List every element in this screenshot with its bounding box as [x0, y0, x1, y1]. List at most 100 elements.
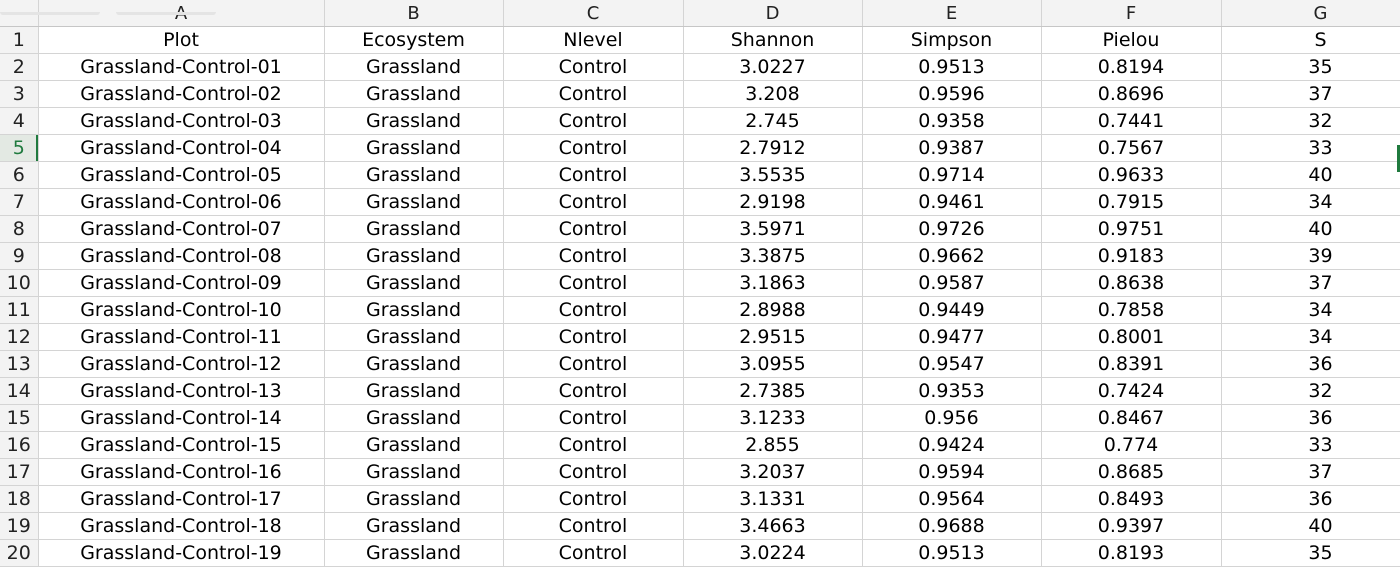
cell-e2[interactable]: 0.9513: [862, 53, 1042, 81]
cell-d13[interactable]: 3.0955: [683, 350, 863, 378]
cell-f10[interactable]: 0.8638: [1041, 269, 1222, 297]
row-header-12[interactable]: 12: [0, 323, 39, 351]
row-header-14[interactable]: 14: [0, 377, 39, 405]
cell-g12[interactable]: 34: [1221, 323, 1400, 351]
row-header-15[interactable]: 15: [0, 404, 39, 432]
cell-e1[interactable]: Simpson: [862, 26, 1042, 54]
column-header-g[interactable]: G: [1221, 0, 1400, 27]
cell-b2[interactable]: Grassland: [324, 53, 504, 81]
cell-a19[interactable]: Grassland-Control-18: [38, 512, 325, 540]
cell-f20[interactable]: 0.8193: [1041, 539, 1222, 567]
cell-c11[interactable]: Control: [503, 296, 684, 324]
cell-c5[interactable]: Control: [503, 134, 684, 162]
cell-g6[interactable]: 40: [1221, 161, 1400, 189]
cell-d15[interactable]: 3.1233: [683, 404, 863, 432]
cell-d5[interactable]: 2.7912: [683, 134, 863, 162]
cell-b3[interactable]: Grassland: [324, 80, 504, 108]
cell-a7[interactable]: Grassland-Control-06: [38, 188, 325, 216]
cell-c13[interactable]: Control: [503, 350, 684, 378]
cell-f14[interactable]: 0.7424: [1041, 377, 1222, 405]
row-header-19[interactable]: 19: [0, 512, 39, 540]
cell-g16[interactable]: 33: [1221, 431, 1400, 459]
cell-e4[interactable]: 0.9358: [862, 107, 1042, 135]
column-header-f[interactable]: F: [1041, 0, 1222, 27]
cell-b4[interactable]: Grassland: [324, 107, 504, 135]
cell-d6[interactable]: 3.5535: [683, 161, 863, 189]
cell-f8[interactable]: 0.9751: [1041, 215, 1222, 243]
cell-a13[interactable]: Grassland-Control-12: [38, 350, 325, 378]
cell-d12[interactable]: 2.9515: [683, 323, 863, 351]
cell-c7[interactable]: Control: [503, 188, 684, 216]
cell-b9[interactable]: Grassland: [324, 242, 504, 270]
cell-b15[interactable]: Grassland: [324, 404, 504, 432]
cell-e19[interactable]: 0.9688: [862, 512, 1042, 540]
cell-c8[interactable]: Control: [503, 215, 684, 243]
cell-f17[interactable]: 0.8685: [1041, 458, 1222, 486]
cell-d14[interactable]: 2.7385: [683, 377, 863, 405]
cell-b14[interactable]: Grassland: [324, 377, 504, 405]
cell-g17[interactable]: 37: [1221, 458, 1400, 486]
cell-f13[interactable]: 0.8391: [1041, 350, 1222, 378]
cell-b13[interactable]: Grassland: [324, 350, 504, 378]
cell-b19[interactable]: Grassland: [324, 512, 504, 540]
cell-c10[interactable]: Control: [503, 269, 684, 297]
cell-d16[interactable]: 2.855: [683, 431, 863, 459]
cell-g13[interactable]: 36: [1221, 350, 1400, 378]
cell-b11[interactable]: Grassland: [324, 296, 504, 324]
row-header-5[interactable]: 5: [0, 134, 39, 162]
row-header-6[interactable]: 6: [0, 161, 39, 189]
cell-e17[interactable]: 0.9594: [862, 458, 1042, 486]
cell-g10[interactable]: 37: [1221, 269, 1400, 297]
cell-d1[interactable]: Shannon: [683, 26, 863, 54]
cell-f3[interactable]: 0.8696: [1041, 80, 1222, 108]
cell-d9[interactable]: 3.3875: [683, 242, 863, 270]
cell-c4[interactable]: Control: [503, 107, 684, 135]
row-header-9[interactable]: 9: [0, 242, 39, 270]
cell-e16[interactable]: 0.9424: [862, 431, 1042, 459]
cell-g8[interactable]: 40: [1221, 215, 1400, 243]
cell-g19[interactable]: 40: [1221, 512, 1400, 540]
cell-f4[interactable]: 0.7441: [1041, 107, 1222, 135]
cell-g15[interactable]: 36: [1221, 404, 1400, 432]
cell-f7[interactable]: 0.7915: [1041, 188, 1222, 216]
column-header-c[interactable]: C: [503, 0, 684, 27]
cell-d7[interactable]: 2.9198: [683, 188, 863, 216]
cell-e15[interactable]: 0.956: [862, 404, 1042, 432]
cell-f6[interactable]: 0.9633: [1041, 161, 1222, 189]
cell-b6[interactable]: Grassland: [324, 161, 504, 189]
cell-e3[interactable]: 0.9596: [862, 80, 1042, 108]
cell-d11[interactable]: 2.8988: [683, 296, 863, 324]
cell-b10[interactable]: Grassland: [324, 269, 504, 297]
cell-e5[interactable]: 0.9387: [862, 134, 1042, 162]
cell-e11[interactable]: 0.9449: [862, 296, 1042, 324]
cell-e9[interactable]: 0.9662: [862, 242, 1042, 270]
cell-a14[interactable]: Grassland-Control-13: [38, 377, 325, 405]
row-header-18[interactable]: 18: [0, 485, 39, 513]
cell-g18[interactable]: 36: [1221, 485, 1400, 513]
row-header-1[interactable]: 1: [0, 26, 39, 54]
cell-e14[interactable]: 0.9353: [862, 377, 1042, 405]
cell-a10[interactable]: Grassland-Control-09: [38, 269, 325, 297]
cell-a16[interactable]: Grassland-Control-15: [38, 431, 325, 459]
cell-f11[interactable]: 0.7858: [1041, 296, 1222, 324]
cell-a4[interactable]: Grassland-Control-03: [38, 107, 325, 135]
cell-d17[interactable]: 3.2037: [683, 458, 863, 486]
cell-c3[interactable]: Control: [503, 80, 684, 108]
cell-d4[interactable]: 2.745: [683, 107, 863, 135]
cell-e8[interactable]: 0.9726: [862, 215, 1042, 243]
cell-e10[interactable]: 0.9587: [862, 269, 1042, 297]
cell-b1[interactable]: Ecosystem: [324, 26, 504, 54]
cell-d20[interactable]: 3.0224: [683, 539, 863, 567]
cell-g11[interactable]: 34: [1221, 296, 1400, 324]
cell-c20[interactable]: Control: [503, 539, 684, 567]
cell-e18[interactable]: 0.9564: [862, 485, 1042, 513]
cell-a6[interactable]: Grassland-Control-05: [38, 161, 325, 189]
cell-e12[interactable]: 0.9477: [862, 323, 1042, 351]
row-header-10[interactable]: 10: [0, 269, 39, 297]
cell-d2[interactable]: 3.0227: [683, 53, 863, 81]
cell-b16[interactable]: Grassland: [324, 431, 504, 459]
row-header-16[interactable]: 16: [0, 431, 39, 459]
cell-a5[interactable]: Grassland-Control-04: [38, 134, 325, 162]
cell-c14[interactable]: Control: [503, 377, 684, 405]
cell-c2[interactable]: Control: [503, 53, 684, 81]
